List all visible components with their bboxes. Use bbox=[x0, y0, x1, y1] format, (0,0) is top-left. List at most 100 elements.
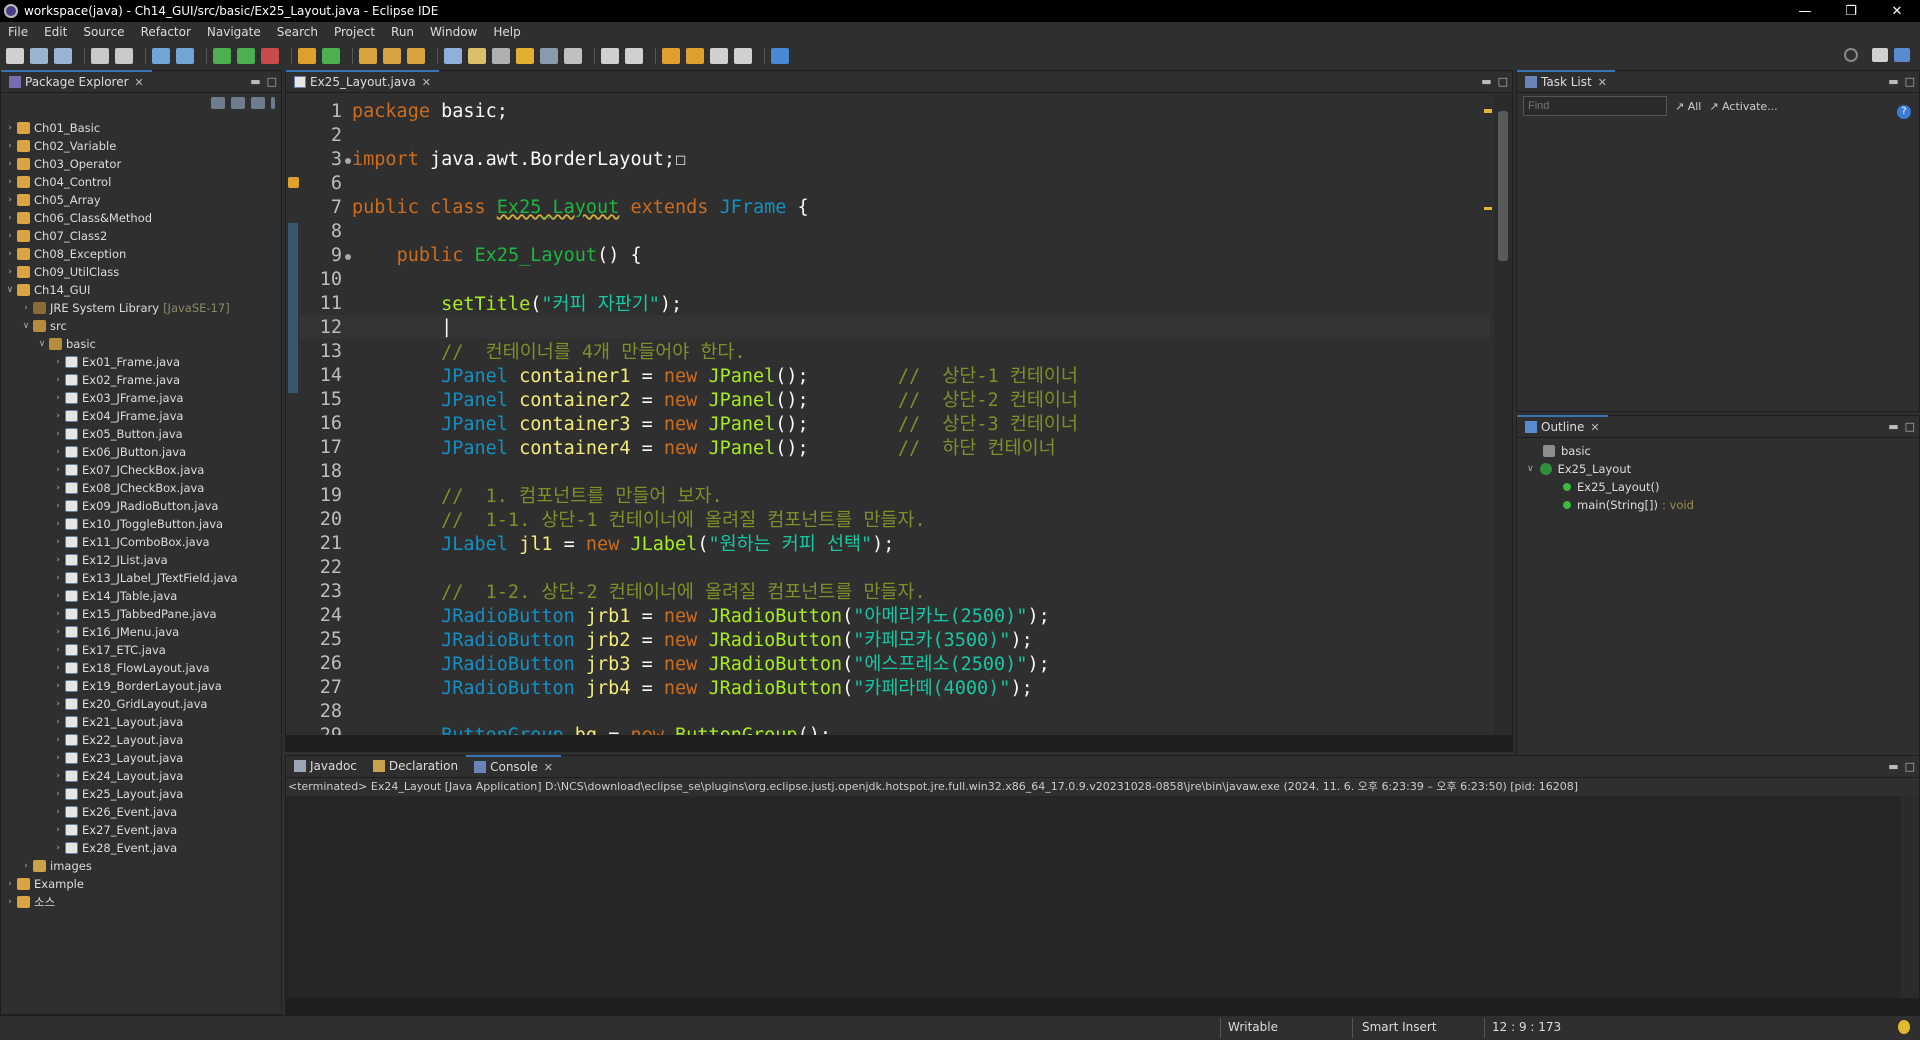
tab-package-explorer[interactable]: Package Explorer ✕ bbox=[1, 70, 152, 92]
activate-link[interactable]: ↗ Activate... bbox=[1709, 100, 1777, 113]
chevron-down-icon[interactable]: ∨ bbox=[37, 339, 47, 349]
menu-refactor[interactable]: Refactor bbox=[133, 25, 199, 39]
toolbar-button-icon[interactable] bbox=[6, 48, 24, 64]
tree-item[interactable]: › Ex27_Event.java bbox=[1, 821, 281, 839]
toolbar-button-icon[interactable] bbox=[564, 48, 582, 64]
maximize-view-icon[interactable]: □ bbox=[1905, 760, 1915, 773]
chevron-right-icon[interactable]: › bbox=[5, 123, 15, 133]
chevron-right-icon[interactable]: › bbox=[53, 753, 63, 763]
chevron-right-icon[interactable]: › bbox=[53, 645, 63, 655]
chevron-right-icon[interactable]: › bbox=[5, 879, 15, 889]
tree-item[interactable]: › Ex25_Layout.java bbox=[1, 785, 281, 803]
tree-item[interactable]: › Ex28_Event.java bbox=[1, 839, 281, 857]
toolbar-button-icon[interactable] bbox=[383, 48, 401, 64]
chevron-right-icon[interactable]: › bbox=[53, 771, 63, 781]
link-with-editor-icon[interactable] bbox=[231, 97, 245, 109]
tree-item[interactable]: › Ch08_Exception bbox=[1, 245, 281, 263]
restore-button[interactable]: ❐ bbox=[1828, 0, 1874, 22]
toolbar-button-icon[interactable] bbox=[322, 48, 340, 64]
menu-project[interactable]: Project bbox=[326, 25, 383, 39]
minimize-view-icon[interactable]: ▬ bbox=[1888, 760, 1898, 773]
tree-item[interactable]: › Ex12_JList.java bbox=[1, 551, 281, 569]
toolbar-button-icon[interactable] bbox=[625, 48, 643, 64]
close-icon[interactable]: ✕ bbox=[422, 76, 431, 89]
close-button[interactable]: ✕ bbox=[1874, 0, 1920, 22]
chevron-right-icon[interactable]: › bbox=[5, 195, 15, 205]
outline-item[interactable]: Ex25_Layout() bbox=[1517, 478, 1919, 496]
tree-item[interactable]: › Ex08_JCheckBox.java bbox=[1, 479, 281, 497]
filter-icon[interactable] bbox=[251, 97, 265, 109]
toolbar-button-icon[interactable] bbox=[54, 48, 72, 64]
chevron-right-icon[interactable]: › bbox=[53, 609, 63, 619]
outline-item[interactable]: ∨ Ex25_Layout bbox=[1517, 460, 1919, 478]
tree-item[interactable]: › Ex21_Layout.java bbox=[1, 713, 281, 731]
minimize-view-icon[interactable]: ▬ bbox=[1888, 420, 1898, 433]
warning-icon[interactable] bbox=[288, 177, 299, 188]
minimize-view-icon[interactable]: ▬ bbox=[1481, 75, 1491, 88]
chevron-right-icon[interactable]: › bbox=[53, 717, 63, 727]
chevron-right-icon[interactable]: › bbox=[53, 735, 63, 745]
toolbar-button-icon[interactable] bbox=[516, 48, 534, 64]
chevron-right-icon[interactable]: › bbox=[53, 375, 63, 385]
java-perspective-icon[interactable] bbox=[1894, 48, 1910, 62]
chevron-right-icon[interactable]: › bbox=[53, 807, 63, 817]
chevron-right-icon[interactable]: › bbox=[5, 141, 15, 151]
toolbar-button-icon[interactable] bbox=[237, 48, 255, 64]
toolbar-button-icon[interactable] bbox=[30, 48, 48, 64]
menu-help[interactable]: Help bbox=[485, 25, 528, 39]
code-editor[interactable]: 1 package basic; 2 3 import java.awt.BorderL… bbox=[286, 95, 1512, 735]
chevron-right-icon[interactable]: › bbox=[53, 519, 63, 529]
toolbar-button-icon[interactable] bbox=[407, 48, 425, 64]
toolbar-button-icon[interactable] bbox=[492, 48, 510, 64]
chevron-right-icon[interactable]: › bbox=[53, 699, 63, 709]
toolbar-button-icon[interactable] bbox=[468, 48, 486, 64]
chevron-down-icon[interactable]: ∨ bbox=[1527, 464, 1534, 474]
task-find-input[interactable] bbox=[1523, 96, 1667, 116]
toolbar-button-icon[interactable] bbox=[213, 48, 231, 64]
chevron-right-icon[interactable]: › bbox=[53, 681, 63, 691]
chevron-right-icon[interactable]: › bbox=[53, 663, 63, 673]
toolbar-button-icon[interactable] bbox=[298, 48, 316, 64]
tree-item[interactable]: › Ex19_BorderLayout.java bbox=[1, 677, 281, 695]
maximize-view-icon[interactable]: □ bbox=[1498, 75, 1508, 88]
warning-marker[interactable] bbox=[1484, 207, 1492, 210]
tree-item[interactable]: ∨ Ch14_GUI bbox=[1, 281, 281, 299]
close-icon[interactable]: ✕ bbox=[544, 761, 553, 774]
tab-ex25-layout[interactable]: Ex25_Layout.java ✕ bbox=[286, 70, 439, 92]
chevron-right-icon[interactable]: › bbox=[53, 627, 63, 637]
tree-item[interactable]: › Ex04_JFrame.java bbox=[1, 407, 281, 425]
toolbar-button-icon[interactable] bbox=[540, 48, 558, 64]
tab-javadoc[interactable]: Javadoc bbox=[286, 755, 365, 777]
toolbar-button-icon[interactable] bbox=[359, 48, 377, 64]
maximize-view-icon[interactable]: □ bbox=[1905, 75, 1915, 88]
chevron-right-icon[interactable]: › bbox=[5, 267, 15, 277]
tip-bulb-icon[interactable] bbox=[1898, 1020, 1910, 1034]
outline-item[interactable]: main(String[]): void bbox=[1517, 496, 1919, 514]
chevron-down-icon[interactable]: ∨ bbox=[5, 285, 15, 295]
toolbar-button-icon[interactable] bbox=[710, 48, 728, 64]
tree-item[interactable]: › Ch05_Array bbox=[1, 191, 281, 209]
chevron-right-icon[interactable]: › bbox=[53, 591, 63, 601]
close-icon[interactable]: ✕ bbox=[135, 76, 144, 89]
tab-declaration[interactable]: Declaration bbox=[365, 755, 466, 777]
toolbar-button-icon[interactable] bbox=[115, 48, 133, 64]
chevron-right-icon[interactable]: › bbox=[53, 825, 63, 835]
toolbar-button-icon[interactable] bbox=[176, 48, 194, 64]
chevron-right-icon[interactable]: › bbox=[53, 357, 63, 367]
tree-item[interactable]: › Ex03_JFrame.java bbox=[1, 389, 281, 407]
menu-window[interactable]: Window bbox=[422, 25, 485, 39]
tree-item[interactable]: › Ch04_Control bbox=[1, 173, 281, 191]
tree-item[interactable]: › Ch03_Operator bbox=[1, 155, 281, 173]
tab-console[interactable]: Console ✕ bbox=[466, 755, 561, 777]
tree-item[interactable]: › Ex01_Frame.java bbox=[1, 353, 281, 371]
tree-item[interactable]: ∨ basic bbox=[1, 335, 281, 353]
toolbar-button-icon[interactable] bbox=[686, 48, 704, 64]
minimize-view-icon[interactable]: ▬ bbox=[1888, 75, 1898, 88]
tree-item[interactable]: › 소스 bbox=[1, 893, 281, 911]
fold-icon[interactable] bbox=[345, 157, 351, 164]
chevron-right-icon[interactable]: › bbox=[53, 411, 63, 421]
tree-item[interactable]: › Ch06_Class&Method bbox=[1, 209, 281, 227]
chevron-right-icon[interactable]: › bbox=[53, 465, 63, 475]
tree-item[interactable]: › Ex17_ETC.java bbox=[1, 641, 281, 659]
chevron-right-icon[interactable]: › bbox=[53, 573, 63, 583]
